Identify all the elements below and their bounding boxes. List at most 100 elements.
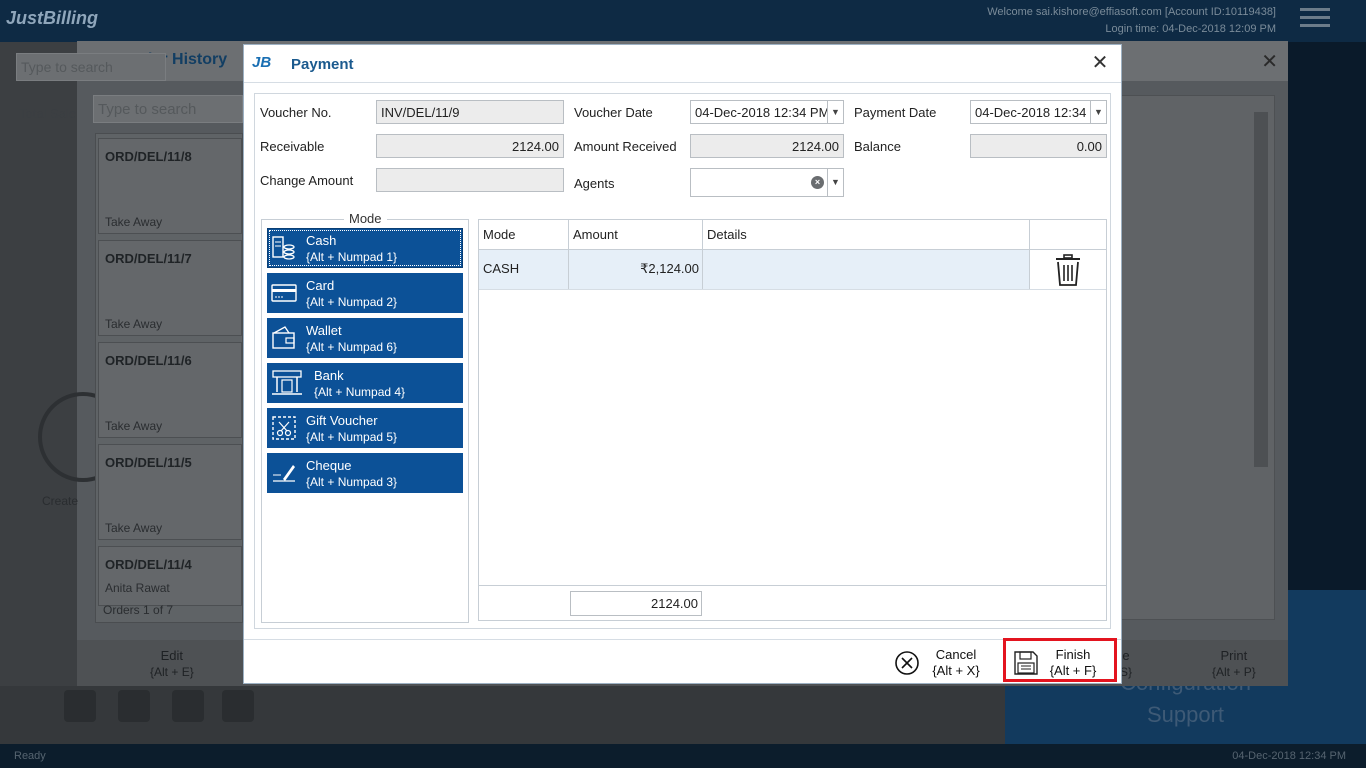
edit-button[interactable]: Edit {Alt + E} — [120, 648, 194, 680]
agents-select[interactable]: × ▼ — [690, 168, 844, 197]
delete-row-button[interactable] — [1030, 250, 1106, 289]
app-bottom-toolbar — [0, 686, 1005, 744]
voucher-date-value: 04-Dec-2018 12:34 PM — [695, 105, 830, 120]
cell-mode: CASH — [479, 250, 569, 289]
mode-name: Cheque — [306, 458, 352, 473]
status-datetime: 04-Dec-2018 12:34 PM — [1232, 750, 1346, 762]
payment-dialog: JB Payment ✕ Voucher No. INV/DEL/11/9 Vo… — [243, 44, 1122, 684]
mode-cheque-button[interactable]: Cheque {Alt + Numpad 3} — [267, 453, 463, 493]
mode-shortcut: {Alt + Numpad 1} — [306, 250, 398, 264]
mode-wallet-button[interactable]: Wallet {Alt + Numpad 6} — [267, 318, 463, 358]
grid-footer: 2124.00 — [479, 585, 1106, 620]
cash-icon — [272, 236, 295, 260]
mode-shortcut: {Alt + Numpad 4} — [314, 385, 406, 399]
login-time: Login time: 04-Dec-2018 12:09 PM — [1105, 23, 1276, 35]
list-item[interactable]: ORD/DEL/11/6 Take Away — [98, 342, 242, 438]
clear-icon[interactable]: × — [811, 176, 824, 189]
chevron-down-icon[interactable]: ▼ — [827, 101, 843, 123]
column-header-mode[interactable]: Mode — [479, 220, 569, 250]
hamburger-menu-icon[interactable] — [1300, 8, 1330, 30]
table-row[interactable]: CASH ₹2,124.00 — [479, 250, 1106, 290]
mode-panel: Mode Cash {Alt + Numpad 1} Card {Alt + N… — [261, 211, 469, 623]
mode-shortcut: {Alt + Numpad 2} — [306, 295, 398, 309]
balance-field[interactable]: 0.00 — [970, 134, 1107, 158]
balance-label: Balance — [854, 139, 901, 154]
scrollbar[interactable] — [1254, 112, 1268, 467]
order-number: ORD/DEL/11/4 — [105, 557, 192, 572]
cell-amount[interactable]: ₹2,124.00 — [569, 250, 703, 289]
payment-date-picker[interactable]: 04-Dec-2018 12:34 ▼ — [970, 100, 1107, 124]
grid-total: 2124.00 — [570, 591, 702, 616]
receivable-label: Receivable — [260, 139, 325, 154]
close-icon[interactable]: ✕ — [1261, 49, 1278, 74]
mode-name: Gift Voucher — [306, 413, 378, 428]
chevron-down-icon[interactable]: ▼ — [827, 169, 843, 196]
save-disk-icon — [1014, 651, 1038, 675]
payment-form: Voucher No. INV/DEL/11/9 Voucher Date 04… — [254, 93, 1111, 629]
voucher-no-label: Voucher No. — [260, 105, 332, 120]
orders-count: Orders 1 of 7 — [103, 603, 174, 617]
payment-grid: Mode Amount Details CASH ₹2,124.00 2124.… — [478, 219, 1107, 621]
list-item[interactable]: ORD/DEL/11/4 Anita Rawat — [98, 546, 242, 606]
mode-card-button[interactable]: Card {Alt + Numpad 2} — [267, 273, 463, 313]
order-list: ORD/DEL/11/8 Take Away ORD/DEL/11/7 Take… — [95, 133, 243, 623]
list-item[interactable]: ORD/DEL/11/5 Take Away — [98, 444, 242, 540]
payment-footer: Cancel {Alt + X} Finish {Alt + F} — [244, 638, 1121, 683]
mode-name: Cash — [306, 233, 337, 248]
change-amount-field[interactable] — [376, 168, 564, 192]
welcome-line: Welcome sai.kishore@effiasoft.com [Accou… — [987, 6, 1276, 18]
payment-title: Payment — [291, 56, 354, 73]
mode-shortcut: {Alt + Numpad 6} — [306, 340, 398, 354]
finish-button[interactable]: Finish {Alt + F} — [1011, 644, 1111, 682]
voucher-no-field[interactable]: INV/DEL/11/9 — [376, 100, 564, 124]
amount-received-label: Amount Received — [574, 139, 677, 154]
edit-label: Edit — [160, 648, 184, 663]
total-sale-label: Total Sale — [19, 106, 77, 121]
create-label: Create — [42, 494, 79, 508]
edit-shortcut: {Alt + E} — [150, 665, 194, 679]
mode-cash-button[interactable]: Cash {Alt + Numpad 1} — [267, 228, 463, 268]
close-icon[interactable]: ✕ — [1089, 52, 1111, 74]
cancel-icon — [895, 651, 919, 675]
mode-name: Wallet — [306, 323, 342, 338]
order-number: ORD/DEL/11/5 — [105, 455, 192, 470]
receivable-field[interactable]: 2124.00 — [376, 134, 564, 158]
payment-titlebar: JB Payment ✕ — [244, 45, 1121, 83]
mode-gift-voucher-button[interactable]: Gift Voucher {Alt + Numpad 5} — [267, 408, 463, 448]
finish-shortcut: {Alt + F} — [1049, 663, 1097, 678]
change-amount-label: Change Amount — [260, 173, 354, 188]
agents-label: Agents — [574, 176, 615, 191]
voucher-date-label: Voucher Date — [574, 105, 653, 120]
status-text: Ready — [14, 750, 46, 762]
bank-icon — [272, 370, 302, 395]
cheque-icon — [273, 465, 295, 482]
mode-bank-button[interactable]: Bank {Alt + Numpad 4} — [267, 363, 463, 403]
list-item[interactable]: ORD/DEL/11/8 Take Away — [98, 138, 242, 234]
order-search-input[interactable]: Type to search — [93, 95, 243, 123]
chevron-down-icon[interactable]: ▼ — [1090, 101, 1106, 123]
welcome-info: Welcome sai.kishore@effiasoft.com [Accou… — [987, 4, 1276, 38]
mode-shortcut: {Alt + Numpad 3} — [306, 475, 398, 489]
delivery-icon[interactable] — [172, 690, 204, 722]
cell-details[interactable] — [703, 250, 1030, 289]
print-shortcut: {Alt + P} — [1212, 665, 1256, 679]
column-header-actions — [1030, 220, 1106, 250]
order-type: Take Away — [105, 317, 163, 331]
trash-icon — [1056, 254, 1080, 286]
support-link[interactable]: Support — [1005, 702, 1366, 728]
mobile-order-icon[interactable] — [222, 690, 254, 722]
cancel-label: Cancel — [935, 647, 977, 662]
user-icon[interactable] — [64, 690, 96, 722]
column-header-details[interactable]: Details — [703, 220, 1030, 250]
print-button[interactable]: Print {Alt + P} — [1212, 648, 1256, 680]
list-item[interactable]: ORD/DEL/11/7 Take Away — [98, 240, 242, 336]
cancel-button[interactable]: Cancel {Alt + X} — [894, 644, 984, 682]
order-detail-panel — [1120, 95, 1275, 620]
search-input[interactable]: Type to search — [16, 53, 166, 81]
voucher-date-picker[interactable]: 04-Dec-2018 12:34 PM ▼ — [690, 100, 844, 124]
order-type: Take Away — [105, 419, 163, 433]
gift-icon[interactable] — [118, 690, 150, 722]
column-header-amount[interactable]: Amount — [569, 220, 703, 250]
amount-received-field[interactable]: 2124.00 — [690, 134, 844, 158]
payment-date-label: Payment Date — [854, 105, 937, 120]
